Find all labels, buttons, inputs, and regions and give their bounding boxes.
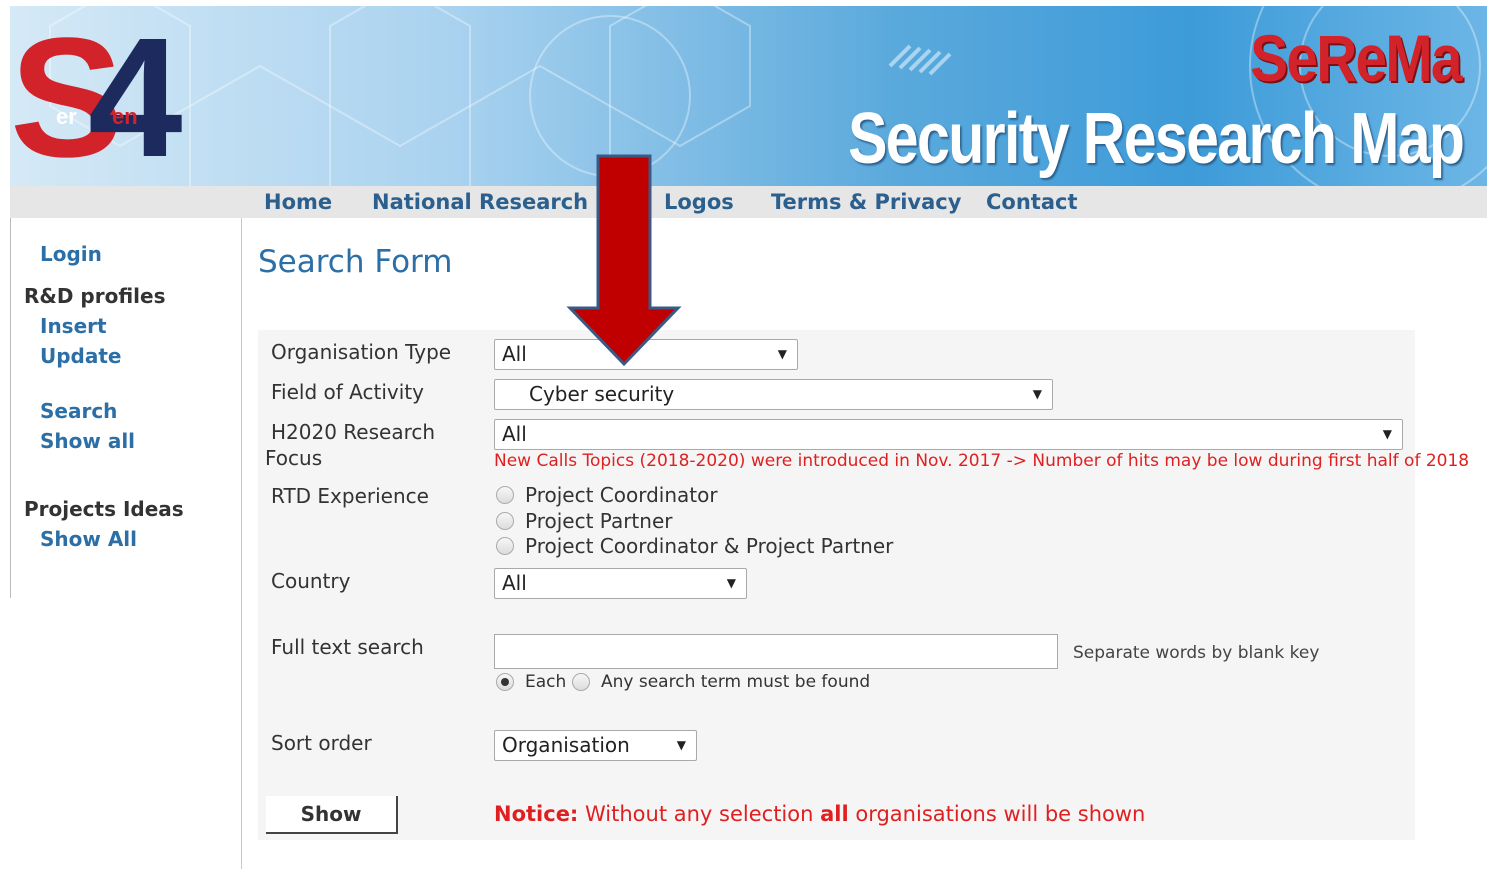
notice-bold: all	[820, 802, 849, 826]
radio-icon[interactable]	[572, 673, 590, 691]
radio-icon[interactable]	[496, 537, 514, 555]
sidebar-heading-projects-ideas: Projects Ideas	[24, 497, 184, 521]
svg-text:er: er	[56, 104, 77, 129]
search-mode-each-label: Each	[525, 672, 567, 692]
radio-icon[interactable]	[496, 486, 514, 504]
dropdown-arrow-icon: ▼	[777, 347, 787, 361]
label-field-of-activity: Field of Activity	[271, 380, 424, 404]
sidebar-update[interactable]: Update	[40, 344, 122, 368]
search-mode-any-label: Any search term must be found	[601, 672, 871, 692]
nav-terms-privacy[interactable]: Terms & Privacy	[771, 186, 961, 218]
rtd-option-label: Project Partner	[525, 509, 673, 533]
field-of-activity-select[interactable]: Cyber security ▼	[494, 379, 1053, 410]
h2020-focus-value: All	[502, 422, 527, 446]
red-down-arrow-icon	[566, 154, 682, 366]
rtd-option-partner[interactable]: Project Partner	[496, 509, 672, 533]
dropdown-arrow-icon: ▼	[726, 576, 736, 590]
radio-checked-icon[interactable]	[496, 673, 514, 691]
notice-prefix: Notice:	[494, 802, 579, 826]
header-banner: S 4 er en SeReMa Security Research Map	[10, 6, 1487, 186]
sidebar-show-all[interactable]: Show all	[40, 429, 135, 453]
organisation-type-value: All	[502, 342, 527, 366]
label-h2020-line2: Focus	[265, 446, 323, 470]
notice-part-2: organisations will be shown	[848, 802, 1146, 826]
label-full-text-search: Full text search	[271, 635, 424, 659]
label-rtd-experience: RTD Experience	[271, 484, 429, 508]
dropdown-arrow-icon: ▼	[676, 738, 686, 752]
h2020-hint: New Calls Topics (2018-2020) were introd…	[494, 451, 1470, 471]
sidebar-heading-rd-profiles: R&D profiles	[24, 284, 166, 308]
show-button[interactable]: Show	[266, 796, 398, 834]
dropdown-arrow-icon: ▼	[1032, 387, 1042, 401]
sidebar-divider	[241, 218, 242, 869]
rtd-option-label: Project Coordinator & Project Partner	[525, 534, 894, 558]
rtd-option-both[interactable]: Project Coordinator & Project Partner	[496, 534, 893, 558]
nav-contact[interactable]: Contact	[986, 186, 1078, 218]
country-value: All	[502, 571, 527, 595]
page-title: Search Form	[258, 244, 453, 280]
sidebar-insert[interactable]: Insert	[40, 314, 107, 338]
full-text-search-input[interactable]	[494, 634, 1058, 669]
sort-order-select[interactable]: Organisation ▼	[494, 730, 697, 761]
brand-short-name: SeReMa	[1250, 21, 1462, 95]
main-nav: Home National Research Map Logos Terms &…	[10, 186, 1487, 218]
notice-part-1: Without any selection	[578, 802, 821, 826]
rtd-option-coordinator[interactable]: Project Coordinator	[496, 483, 718, 507]
sidebar-projects-show-all[interactable]: Show All	[40, 527, 137, 551]
label-country: Country	[271, 569, 351, 593]
notice-text: Notice: Without any selection all organi…	[494, 802, 1145, 826]
label-sort-order: Sort order	[271, 731, 372, 755]
radio-icon[interactable]	[496, 512, 514, 530]
search-mode-each[interactable]: Each	[496, 672, 576, 692]
search-mode-any[interactable]: Any search term must be found	[572, 672, 870, 692]
sidebar-login[interactable]: Login	[40, 242, 102, 266]
h2020-focus-select[interactable]: All ▼	[494, 419, 1403, 450]
country-select[interactable]: All ▼	[494, 568, 747, 599]
label-organisation-type: Organisation Type	[271, 340, 452, 364]
dropdown-arrow-icon: ▼	[1382, 427, 1392, 441]
brand-title: Security Research Map	[847, 99, 1465, 179]
label-h2020-line1: H2020 Research	[271, 420, 436, 444]
sidebar-search[interactable]: Search	[40, 399, 117, 423]
s4-logo[interactable]: S 4 er en	[10, 6, 200, 166]
full-text-hint: Separate words by blank key	[1073, 643, 1320, 663]
svg-text:4: 4	[88, 6, 183, 166]
field-of-activity-value: Cyber security	[529, 382, 675, 406]
svg-text:en: en	[112, 104, 138, 129]
rtd-option-label: Project Coordinator	[525, 483, 718, 507]
nav-home[interactable]: Home	[264, 186, 332, 218]
sort-order-value: Organisation	[502, 733, 630, 757]
sidebar-left-border	[10, 218, 11, 598]
